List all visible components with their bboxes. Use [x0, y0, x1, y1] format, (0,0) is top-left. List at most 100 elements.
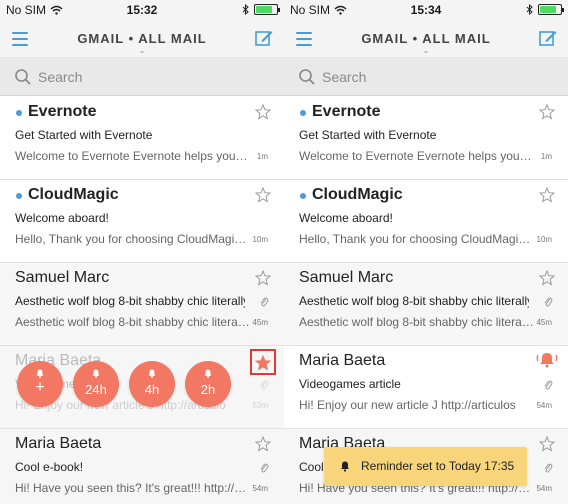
email-subject: Welcome aboard!: [299, 211, 393, 225]
star-icon[interactable]: [255, 436, 271, 452]
email-row[interactable]: Samuel Marc Aesthetic wolf blog 8-bit sh…: [0, 263, 284, 346]
email-list: Evernote Get Started with Evernote Welco…: [284, 97, 568, 504]
email-time: 53m: [252, 401, 268, 410]
email-time: 54m: [536, 484, 552, 493]
email-subject: Videogames article: [299, 377, 401, 391]
email-subject: Aesthetic wolf blog 8-bit shabby chic li…: [299, 294, 529, 308]
email-preview: Welcome to Evernote Evernote helps you r…: [15, 149, 250, 163]
toast-message: Reminder set to Today 17:35: [361, 459, 515, 473]
compose-icon[interactable]: [538, 28, 558, 48]
bell-icon: [148, 369, 156, 378]
unread-dot: [300, 193, 306, 199]
star-icon[interactable]: [255, 270, 271, 286]
email-row[interactable]: CloudMagic Welcome aboard! Hello, Thank …: [0, 180, 284, 263]
star-icon[interactable]: [539, 270, 555, 286]
star-icon[interactable]: [539, 187, 555, 203]
reminder-bell-icon[interactable]: [536, 352, 558, 368]
email-row[interactable]: CloudMagic Welcome aboard! Hello, Thank …: [284, 180, 568, 263]
email-preview: Hi! Enjoy our new article J http://artic…: [299, 398, 516, 412]
chevron-down-icon[interactable]: ⌄: [284, 46, 568, 55]
email-preview: Hello, Thank you for choosing CloudMagic…: [15, 232, 250, 246]
status-bar: No SIM 15:34: [284, 0, 568, 20]
email-time: 54m: [536, 401, 552, 410]
email-sender: Maria Baeta: [15, 435, 102, 452]
screen-right: No SIM 15:34 GMAIL • ALL MAIL ⌄ Search E…: [284, 0, 568, 504]
email-time: 10m: [536, 235, 552, 244]
search-bar[interactable]: Search: [284, 58, 568, 96]
bell-icon: [92, 369, 100, 378]
email-sender: Samuel Marc: [299, 269, 394, 286]
email-row[interactable]: Evernote Get Started with Evernote Welco…: [0, 97, 284, 180]
email-preview: Aesthetic wolf blog 8-bit shabby chic li…: [15, 315, 250, 329]
nav-bar: GMAIL • ALL MAIL ⌄: [284, 20, 568, 58]
snooze-label: 24h: [85, 382, 107, 397]
email-time: 10m: [252, 235, 268, 244]
star-icon[interactable]: [539, 104, 555, 120]
unread-dot: [16, 110, 22, 116]
email-subject: Aesthetic wolf blog 8-bit shabby chic li…: [15, 294, 245, 308]
chevron-down-icon[interactable]: ⌄: [0, 46, 284, 55]
mailbox-title[interactable]: GMAIL • ALL MAIL: [284, 31, 568, 46]
search-icon: [299, 69, 315, 85]
bell-icon: [340, 461, 350, 472]
search-bar[interactable]: Search: [0, 58, 284, 96]
bell-icon: [204, 369, 212, 378]
star-icon[interactable]: [255, 187, 271, 203]
email-preview: Welcome to Evernote Evernote helps you r…: [299, 149, 534, 163]
snooze-actions: + 24h 4h 2h: [17, 361, 231, 407]
email-row[interactable]: Maria Baeta Videogames article Hi! Enjoy…: [284, 346, 568, 429]
mailbox-title[interactable]: GMAIL • ALL MAIL: [0, 31, 284, 46]
attachment-icon: [544, 463, 553, 473]
attachment-icon: [544, 297, 553, 307]
email-time: 45m: [252, 318, 268, 327]
snooze-2h-button[interactable]: 2h: [185, 361, 231, 407]
attachment-icon: [260, 463, 269, 473]
snooze-label: 2h: [200, 382, 216, 397]
email-row-swiped[interactable]: Maria Baeta Videogames article Hi! Enjoy…: [0, 346, 284, 429]
star-icon[interactable]: [255, 104, 271, 120]
unread-dot: [300, 110, 306, 116]
star-icon[interactable]: [539, 436, 555, 452]
email-row[interactable]: Evernote Get Started with Evernote Welco…: [284, 97, 568, 180]
attachment-icon: [260, 297, 269, 307]
email-list: Evernote Get Started with Evernote Welco…: [0, 97, 284, 504]
attachment-icon: [544, 380, 553, 390]
email-row[interactable]: Samuel Marc Aesthetic wolf blog 8-bit sh…: [284, 263, 568, 346]
battery-icon: [254, 4, 280, 15]
email-subject: Get Started with Evernote: [299, 128, 437, 142]
compose-icon[interactable]: [254, 28, 274, 48]
reminder-toast: Reminder set to Today 17:35: [324, 447, 527, 486]
email-preview: Aesthetic wolf blog 8-bit shabby chic li…: [299, 315, 534, 329]
bluetooth-icon: [242, 4, 249, 15]
email-sender: Samuel Marc: [15, 269, 110, 286]
email-preview: Hi! Have you seen this? It's great!!! ht…: [15, 481, 250, 495]
email-sender: Evernote: [312, 103, 381, 120]
snooze-label: +: [35, 379, 45, 396]
email-sender: CloudMagic: [28, 186, 119, 203]
email-time: 1m: [540, 152, 552, 161]
battery-icon: [538, 4, 564, 15]
search-input[interactable]: Search: [38, 69, 82, 85]
screen-left: No SIM 15:32 GMAIL • ALL MAIL ⌄ Search E…: [0, 0, 284, 504]
snooze-custom-button[interactable]: +: [17, 361, 63, 407]
status-bar: No SIM 15:32: [0, 0, 284, 20]
snooze-label: 4h: [144, 382, 160, 397]
snooze-24h-button[interactable]: 24h: [73, 361, 119, 407]
bell-icon: [36, 369, 44, 378]
email-time: 54m: [252, 484, 268, 493]
email-sender: CloudMagic: [312, 186, 403, 203]
email-sender: Evernote: [28, 103, 97, 120]
snooze-4h-button[interactable]: 4h: [129, 361, 175, 407]
email-subject: Welcome aboard!: [15, 211, 109, 225]
email-row[interactable]: Maria Baeta Cool e-book! Hi! Have you se…: [0, 429, 284, 504]
email-time: 1m: [256, 152, 268, 161]
email-subject: Cool e-book!: [15, 460, 84, 474]
search-input[interactable]: Search: [322, 69, 366, 85]
nav-bar: GMAIL • ALL MAIL ⌄: [0, 20, 284, 58]
email-subject: Get Started with Evernote: [15, 128, 153, 142]
email-preview: Hello, Thank you for choosing CloudMagic…: [299, 232, 534, 246]
star-filled-icon[interactable]: [255, 355, 271, 371]
search-icon: [15, 69, 31, 85]
email-sender: Maria Baeta: [299, 352, 386, 369]
attachment-icon: [260, 380, 269, 390]
